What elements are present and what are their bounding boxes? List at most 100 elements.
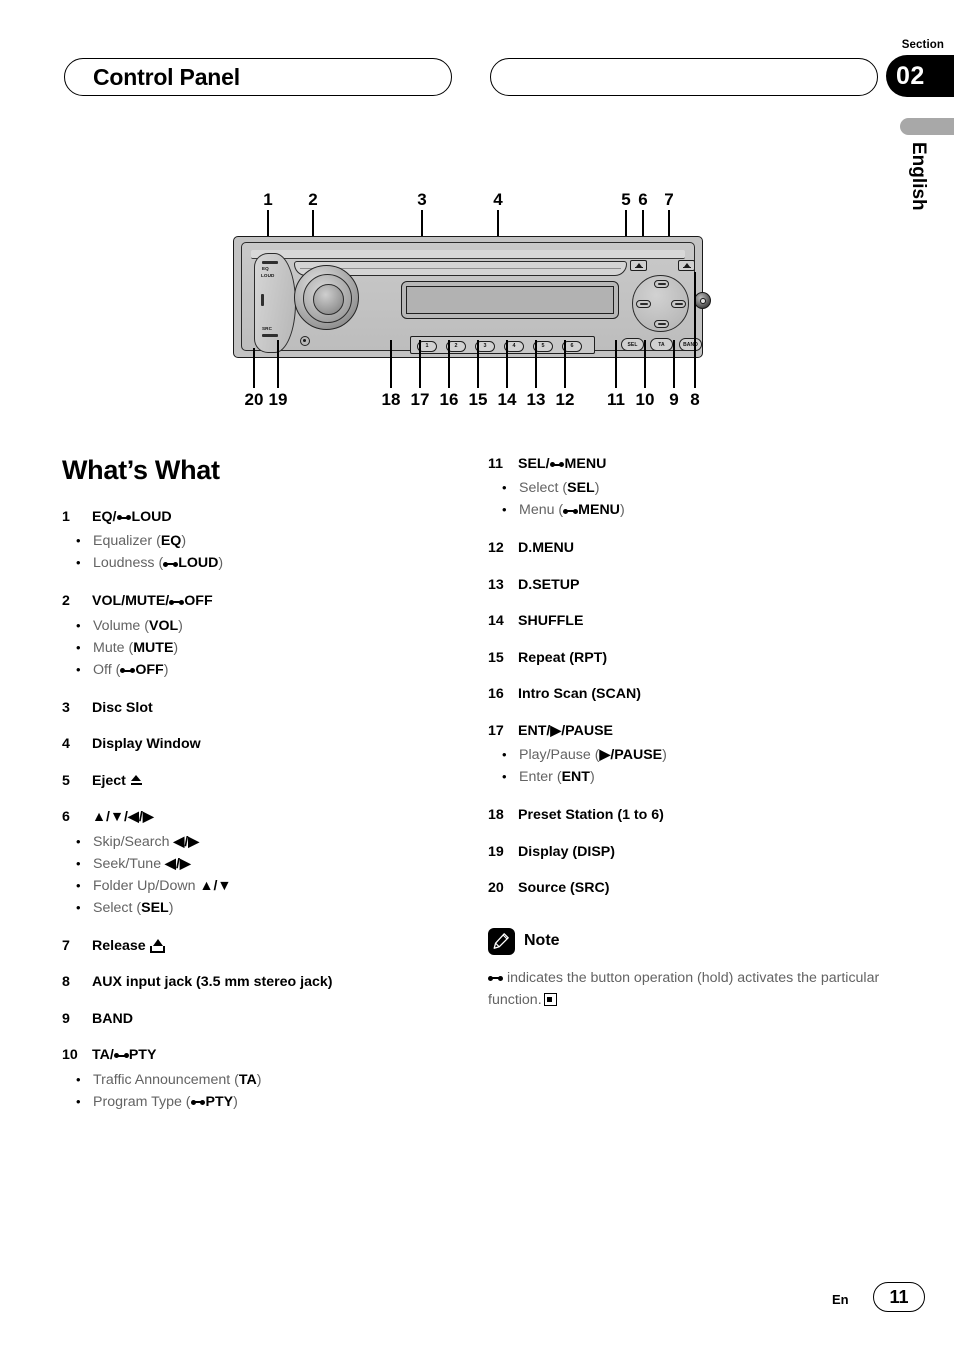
- release-button[interactable]: [678, 260, 695, 271]
- eject-button[interactable]: [630, 260, 647, 271]
- footer-page-number: 11: [873, 1282, 925, 1312]
- language-label: English: [908, 142, 929, 211]
- entry-sub-list: • Traffic Announcement (TA) • Program Type …: [62, 1069, 462, 1113]
- page-title: Control Panel: [93, 63, 240, 90]
- eq-loud-button[interactable]: [262, 261, 278, 264]
- reset-button[interactable]: [300, 336, 310, 346]
- entry-number: 6: [62, 809, 70, 826]
- aux-input-jack[interactable]: [694, 292, 711, 309]
- emphasis-text: PTY: [205, 1093, 234, 1110]
- sub-item-text: Select (SEL): [519, 477, 599, 499]
- bullet-icon: •: [502, 480, 507, 496]
- release-bar-icon: [682, 267, 691, 269]
- entry-sub-list: • Play/Pause (▶/PAUSE) • Enter (ENT): [488, 744, 888, 788]
- entry-header: 15 Repeat (RPT): [488, 649, 888, 667]
- sub-item-text: Enter (ENT): [519, 766, 595, 788]
- emphasis-text: TA/: [92, 1047, 114, 1064]
- preset-button-row: 1 2 3 4 5 6: [410, 336, 595, 354]
- src-button[interactable]: [262, 334, 278, 337]
- entry-sub-item: • Play/Pause (▶/PAUSE): [488, 744, 888, 766]
- inline-text: Traffic Announcement (: [93, 1071, 239, 1088]
- entry-header: 13 D.SETUP: [488, 576, 888, 594]
- whats-what-entry: 14 SHUFFLE: [488, 612, 888, 630]
- entry-title: Repeat (RPT): [518, 649, 888, 667]
- bullet-icon: •: [502, 502, 507, 518]
- bullet-icon: •: [76, 833, 81, 849]
- left-entry-list: 1 EQ/LOUD • Equalizer (EQ) • Loudness (LOUD) 2…: [62, 508, 462, 1113]
- note-body: indicates the button operation (hold) ac…: [488, 967, 888, 1012]
- entry-number: 9: [62, 1010, 70, 1027]
- entry-number: 7: [62, 937, 70, 954]
- entry-title: TA/PTY: [92, 1046, 462, 1064]
- band-button[interactable]: BAND: [679, 338, 702, 351]
- eq-label: EQ: [262, 266, 269, 271]
- bullet-icon: •: [502, 747, 507, 763]
- hold-operation-icon: [563, 506, 579, 515]
- inline-text: Volume (: [93, 617, 149, 634]
- entry-title: Intro Scan (SCAN): [518, 685, 888, 703]
- entry-header: 6 ▲/▼/◀/▶: [62, 808, 462, 826]
- inline-text: Loudness (: [93, 555, 164, 572]
- entry-number: 13: [488, 576, 504, 593]
- emphasis-text: LOUD: [131, 509, 172, 525]
- inline-text: Equalizer (: [93, 533, 161, 550]
- sub-item-text: Skip/Search ◀/▶: [93, 831, 199, 853]
- emphasis-text: SEL: [141, 899, 169, 916]
- inline-text: ): [589, 769, 595, 786]
- entry-title: Source (SRC): [518, 879, 888, 897]
- bullet-icon: •: [76, 1093, 81, 1109]
- entry-number: 17: [488, 722, 504, 739]
- entry-number: 20: [488, 880, 504, 897]
- entry-header: 14 SHUFFLE: [488, 612, 888, 630]
- page-title-pill: Control Panel: [64, 58, 452, 96]
- inline-text: ): [163, 661, 169, 678]
- left-control-plate[interactable]: EQ LOUD SRC: [254, 253, 296, 353]
- head-unit-faceplate: EQ LOUD SRC 1 2 3 4 5 6 SEL TA BAND: [233, 236, 711, 358]
- inline-text: Off (: [93, 661, 121, 678]
- sub-item-text: Equalizer (EQ): [93, 530, 186, 552]
- control-panel-diagram: 1 2 3 4 5 6 7 EQ LOUD SRC 1 2 3 4 5 6 SE…: [225, 188, 715, 413]
- entry-title: SHUFFLE: [518, 612, 888, 630]
- dpad-up-button[interactable]: [654, 280, 669, 288]
- sub-item-text: Volume (VOL): [93, 615, 183, 637]
- emphasis-text: TA: [238, 1071, 257, 1088]
- inline-text: Folder Up/Down: [93, 877, 200, 894]
- volume-knob-inner: [313, 284, 344, 315]
- emphasis-text: ▲/▼: [199, 877, 232, 894]
- entry-title: ENT/▶/PAUSE: [518, 722, 888, 740]
- entry-header: 2 VOL/MUTE/OFF: [62, 592, 462, 610]
- inline-text: Skip/Search: [93, 833, 174, 850]
- entry-header: 3 Disc Slot: [62, 699, 462, 717]
- entry-sub-item: • Traffic Announcement (TA): [62, 1069, 462, 1091]
- page-header: Control Panel Section 02 English: [0, 0, 954, 211]
- emphasis-text: MENU: [578, 502, 620, 519]
- reset-dot: [303, 339, 307, 343]
- entry-header: 11 SEL/MENU: [488, 455, 888, 473]
- aux-jack-hole: [700, 298, 707, 305]
- direction-pad[interactable]: [632, 275, 689, 332]
- emphasis-text: ENT/▶/PAUSE: [518, 722, 613, 739]
- entry-header: 7 Release: [62, 937, 462, 955]
- volume-knob[interactable]: [294, 265, 359, 330]
- inline-text: ): [233, 1093, 238, 1110]
- footer-language-code: En: [832, 1292, 849, 1307]
- page-heading: What’s What: [62, 455, 220, 485]
- entry-title: Display Window: [92, 735, 462, 753]
- inline-text: ): [662, 747, 667, 764]
- inline-text: Select (: [93, 899, 142, 916]
- whats-what-entry: 5 Eject: [62, 772, 462, 790]
- mid-plate-button[interactable]: [261, 294, 264, 306]
- whats-what-right-column: 11 SEL/MENU • Select (SEL) • Menu (MENU) 12 D.M…: [488, 455, 888, 1012]
- note-header: Note: [488, 927, 888, 955]
- entry-title: Release: [92, 937, 462, 955]
- sel-button[interactable]: SEL: [621, 338, 644, 351]
- ta-button[interactable]: TA: [650, 338, 673, 351]
- entry-sub-item: • Menu (MENU): [488, 499, 888, 521]
- dpad-down-button[interactable]: [654, 320, 669, 328]
- emphasis-text: ▶/PAUSE: [599, 747, 663, 764]
- dpad-left-button[interactable]: [636, 300, 651, 308]
- whats-what-entry: 17 ENT/▶/PAUSE • Play/Pause (▶/PAUSE) • Enter…: [488, 722, 888, 788]
- emphasis-text: BAND: [92, 1010, 133, 1027]
- dpad-right-button[interactable]: [671, 300, 686, 308]
- emphasis-text: Repeat (RPT): [518, 649, 608, 666]
